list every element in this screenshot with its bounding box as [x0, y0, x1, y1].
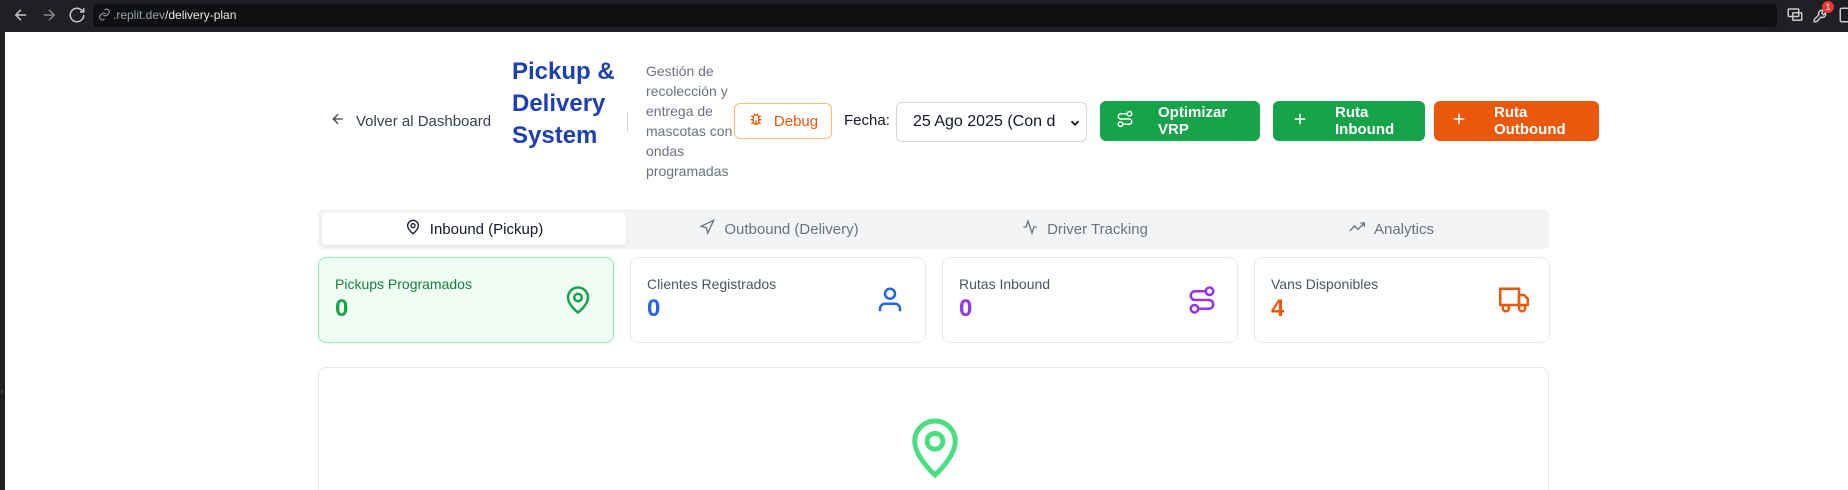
cast-icon[interactable] [1786, 6, 1804, 24]
tab-label: Outbound (Delivery) [724, 220, 859, 238]
forward-arrow-icon[interactable] [40, 6, 60, 26]
trending-up-icon [1349, 219, 1365, 239]
stat-value: 0 [335, 295, 349, 322]
route-icon [1116, 110, 1134, 132]
url-domain: .replit.dev [113, 8, 166, 22]
date-label: Fecha: [844, 112, 890, 129]
tab-inbound-pickup[interactable]: Inbound (Pickup) [322, 213, 626, 245]
tab-label: Analytics [1373, 220, 1435, 238]
stat-card-rutas: Rutas Inbound 0 [942, 257, 1238, 343]
optimize-vrp-button[interactable]: Optimizar VRP [1100, 101, 1260, 141]
address-bar[interactable]: .replit.dev/delivery-plan [93, 4, 1777, 27]
stat-value: 4 [1271, 295, 1285, 322]
ruta-outbound-button[interactable]: Ruta Outbound [1434, 101, 1599, 141]
truck-icon [1499, 285, 1529, 315]
stat-value: 0 [647, 295, 661, 322]
map-pin-icon [563, 285, 593, 315]
left-panel-strip [0, 32, 5, 490]
tab-outbound-delivery[interactable]: Outbound (Delivery) [626, 213, 932, 245]
stat-label: Clientes Registrados [647, 276, 777, 292]
debug-label: Debug [773, 112, 819, 130]
back-to-dashboard-link[interactable]: Volver al Dashboard [330, 111, 491, 131]
route-icon [1187, 285, 1217, 315]
header-divider [627, 112, 628, 132]
tab-driver-tracking[interactable]: Driver Tracking [932, 213, 1238, 245]
plus-icon [1450, 110, 1468, 132]
link-icon [98, 8, 112, 22]
back-link-label: Volver al Dashboard [356, 112, 492, 130]
stat-value: 0 [959, 295, 973, 322]
reload-icon[interactable] [68, 6, 88, 26]
stat-label: Rutas Inbound [959, 276, 1051, 292]
tab-label: Inbound (Pickup) [429, 220, 544, 238]
date-select-value: 25 Ago 2025 (Con d [913, 113, 1056, 130]
page-subtitle: Gestión de recolección y entrega de masc… [646, 63, 733, 179]
stat-card-clientes: Clientes Registrados 0 [630, 257, 926, 343]
map-pin-icon [405, 219, 421, 239]
empty-state-panel [318, 367, 1549, 490]
arrow-left-icon [330, 111, 346, 131]
open-external-icon[interactable] [1838, 6, 1848, 24]
tab-list: Inbound (Pickup) Outbound (Delivery) Dri… [318, 209, 1549, 249]
ruta-outbound-label: Ruta Outbound [1494, 104, 1566, 138]
activity-icon [1022, 218, 1038, 239]
stat-card-pickups: Pickups Programados 0 [318, 257, 614, 343]
ruta-inbound-button[interactable]: Ruta Inbound [1273, 101, 1425, 141]
url-text: .replit.dev/delivery-plan [113, 8, 236, 22]
user-icon [875, 285, 905, 315]
optimize-vrp-label: Optimizar VRP [1158, 104, 1228, 138]
ruta-inbound-label: Ruta Inbound [1335, 104, 1395, 138]
stat-label: Pickups Programados [335, 276, 472, 292]
url-path: /delivery-plan [165, 8, 237, 22]
extension-badge: 1 [1822, 1, 1834, 13]
tab-label: Driver Tracking [1047, 220, 1148, 238]
plus-icon [1291, 110, 1309, 132]
stat-label: Vans Disponibles [1271, 276, 1379, 292]
browser-toolbar: .replit.dev/delivery-plan 1 [0, 0, 1848, 32]
page-title: Pickup & Delivery System [512, 58, 615, 149]
chevron-right-icon[interactable]: › [0, 386, 3, 397]
chevron-down-icon [1068, 116, 1082, 130]
navigation-icon [699, 218, 716, 239]
stat-card-vans: Vans Disponibles 4 [1254, 257, 1550, 343]
map-pin-icon [908, 416, 962, 480]
date-select[interactable]: 25 Ago 2025 (Con d [896, 102, 1087, 142]
back-arrow-icon[interactable] [12, 6, 32, 26]
tab-analytics[interactable]: Analytics [1238, 213, 1545, 245]
debug-button[interactable]: Debug [734, 103, 832, 139]
bug-icon [748, 111, 764, 131]
